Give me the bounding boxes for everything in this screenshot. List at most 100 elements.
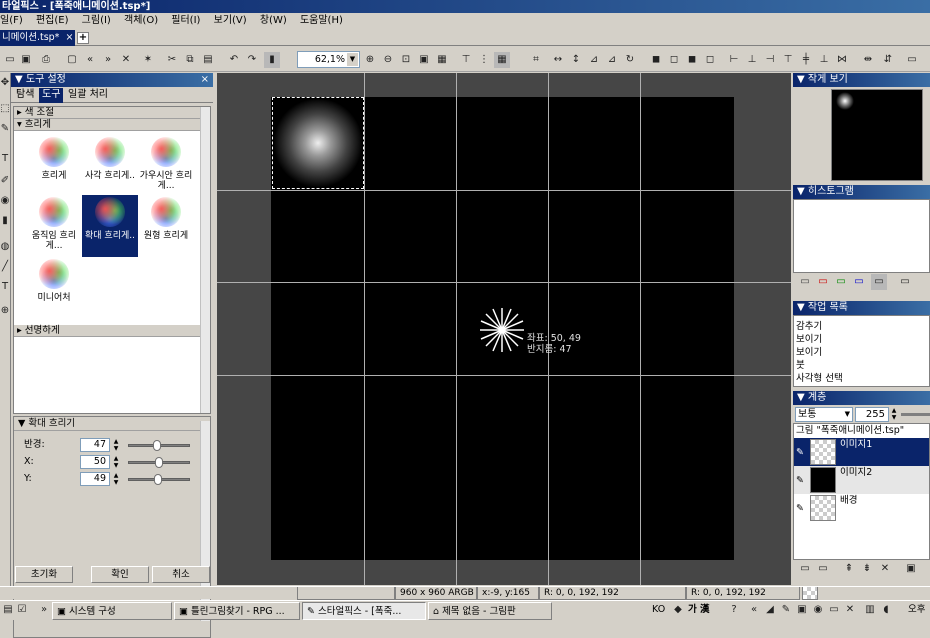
radius-slider-knob[interactable] <box>153 440 162 451</box>
tray-app-icon[interactable]: ▭ <box>826 602 842 618</box>
effect-motion-blur[interactable]: 움직임 흐리게... <box>26 195 82 257</box>
save-icon[interactable]: ▣ <box>18 52 34 68</box>
channel-blue-icon[interactable]: ▭ <box>851 274 867 290</box>
paste-icon[interactable]: ▤ <box>200 52 216 68</box>
taskbar-item-rpg[interactable]: ▣ 틀린그림찾기 - RPG ... <box>174 602 300 620</box>
y-spin-icon[interactable]: ▲ ▼ <box>111 472 121 486</box>
x-slider-knob[interactable] <box>155 457 163 468</box>
chevron-down-icon[interactable]: ▼ <box>347 53 358 66</box>
guide-icon[interactable]: ▦ <box>494 52 510 68</box>
copy-icon[interactable]: ⧉ <box>182 52 198 68</box>
effect-miniature[interactable]: 미니어처 <box>26 257 82 319</box>
new-file-icon[interactable]: ▭ <box>2 52 18 68</box>
space-horizontal-icon[interactable]: ⇹ <box>860 52 876 68</box>
channel-green-icon[interactable]: ▭ <box>833 274 849 290</box>
group-color-adjust[interactable]: ▸ 색 조절 <box>14 107 210 119</box>
history-item[interactable]: 보이기 <box>796 346 929 359</box>
ime-indicator[interactable]: KO <box>652 601 665 619</box>
wand-icon[interactable]: ✶ <box>140 52 156 68</box>
zoom-select[interactable]: 62,1% ▼ <box>297 51 360 68</box>
align-left-icon[interactable]: ⊢ <box>726 52 742 68</box>
duplicate-layer-icon[interactable]: ▭ <box>815 561 831 577</box>
zoom-out-icon[interactable]: ⊖ <box>380 52 396 68</box>
taskbar-item-system-config[interactable]: ▣ 시스템 구성 <box>52 602 172 620</box>
align-top-icon[interactable]: ⊤ <box>780 52 796 68</box>
brush-icon[interactable]: ✎ <box>796 474 804 487</box>
print-icon[interactable]: ⎙ <box>38 52 54 68</box>
menu-edit[interactable]: 편집(E) <box>36 15 69 26</box>
effect-radial-blur[interactable]: 원형 흐리게 <box>138 195 194 257</box>
ok-button[interactable]: 확인 <box>91 566 149 583</box>
x-input[interactable]: 50 <box>80 455 110 469</box>
grid-icon[interactable]: ⋮ <box>476 52 492 68</box>
radius-spin-icon[interactable]: ▲ ▼ <box>111 438 121 452</box>
align-middle-icon[interactable]: ╪ <box>798 52 814 68</box>
brush-icon[interactable]: ✎ <box>796 502 804 515</box>
tray-arrow-icon[interactable]: « <box>746 602 762 618</box>
reset-button[interactable]: 초기화 <box>15 566 73 583</box>
flip-horizontal-icon[interactable]: ↔ <box>550 52 566 68</box>
tab-navigate[interactable]: 탐색 <box>13 88 37 103</box>
close-tab-icon[interactable]: × <box>65 32 73 43</box>
show-desktop-icon[interactable]: ☑ <box>14 602 30 618</box>
effect-gaussian-blur[interactable]: 가우시안 흐리게... <box>138 135 194 197</box>
brush-icon[interactable]: ✎ <box>796 446 804 459</box>
cancel-button[interactable]: 취소 <box>152 566 210 583</box>
flip-vertical-icon[interactable]: ↕ <box>568 52 584 68</box>
ime-icon[interactable]: ◆ <box>670 602 686 618</box>
tray-app-icon[interactable]: ◢ <box>762 602 778 618</box>
ruler-icon[interactable]: ⊤ <box>458 52 474 68</box>
help-icon[interactable]: ? <box>726 602 742 618</box>
history-item[interactable]: 붓 <box>796 359 929 372</box>
layer-toggle-icon[interactable]: ▮ <box>264 52 280 68</box>
group-blur[interactable]: ▾ 흐리게 <box>14 119 210 131</box>
channel-all-icon[interactable]: ▭ <box>797 274 813 290</box>
layer-up-icon[interactable]: ◼ <box>684 52 700 68</box>
taskbar-item-paint[interactable]: ⌂ 제목 없음 - 그림판 <box>428 602 552 620</box>
layer-row-3[interactable]: ✎ 배경 <box>794 494 929 522</box>
channel-red-icon[interactable]: ▭ <box>815 274 831 290</box>
effect-tree-scrollbar[interactable] <box>200 107 210 413</box>
radius-slider[interactable] <box>128 440 190 451</box>
y-slider[interactable] <box>128 474 190 485</box>
group-sharpen[interactable]: ▸ 선명하게 <box>14 325 202 337</box>
x-spin-icon[interactable]: ▲ ▼ <box>111 455 121 469</box>
volume-icon[interactable]: ◖ <box>878 602 894 618</box>
next-frame-icon[interactable]: » <box>100 52 116 68</box>
tab-tools[interactable]: 도구 <box>39 88 64 103</box>
new-tab-button[interactable]: + <box>77 32 89 44</box>
layer-down-icon[interactable]: ◻ <box>702 52 718 68</box>
space-vertical-icon[interactable]: ⇵ <box>880 52 896 68</box>
menu-filter[interactable]: 필터(I) <box>171 15 200 26</box>
chevron-down-icon[interactable]: ▼ <box>845 408 850 421</box>
history-item[interactable]: 감추기 <box>796 320 929 333</box>
tray-app-icon[interactable]: ▣ <box>794 602 810 618</box>
delete-layer-icon[interactable]: ✕ <box>877 561 893 577</box>
menu-help[interactable]: 도움말(H) <box>300 15 343 26</box>
align-bottom-icon[interactable]: ⊥ <box>816 52 832 68</box>
menu-file[interactable]: 일(F) <box>0 15 23 26</box>
fit-icon[interactable]: ⊡ <box>398 52 414 68</box>
actual-size-icon[interactable]: ▣ <box>416 52 432 68</box>
menu-object[interactable]: 객체(O) <box>124 15 158 26</box>
tray-app-icon[interactable]: ✎ <box>778 602 794 618</box>
preview-thumbnail[interactable] <box>831 89 923 181</box>
tray-app-icon[interactable]: ✕ <box>842 602 858 618</box>
move-layer-down-icon[interactable]: ⇟ <box>859 561 875 577</box>
layer-front-icon[interactable]: ◼ <box>648 52 664 68</box>
taskbar-item-starpix[interactable]: ✎ 스타얼픽스 - [폭죽... <box>302 602 426 620</box>
crop-icon[interactable]: ⌗ <box>528 52 544 68</box>
tab-batch[interactable]: 일괄 처리 <box>65 88 111 103</box>
rotate-icon[interactable]: ↻ <box>622 52 638 68</box>
rotate-left-icon[interactable]: ⊿ <box>586 52 602 68</box>
history-item[interactable]: 보이기 <box>796 333 929 346</box>
close-icon[interactable]: × <box>201 73 209 87</box>
document-tab[interactable]: 니메이션.tsp* × <box>0 30 75 46</box>
layer-properties-icon[interactable]: ▣ <box>903 561 919 577</box>
y-input[interactable]: 49 <box>80 472 110 486</box>
opacity-input[interactable]: 255 <box>855 407 889 422</box>
group-icon[interactable]: ▭ <box>904 52 920 68</box>
zoom-in-icon[interactable]: ⊕ <box>362 52 378 68</box>
y-slider-knob[interactable] <box>154 474 163 485</box>
effect-box-blur[interactable]: 사각 흐리게.. <box>82 135 138 197</box>
